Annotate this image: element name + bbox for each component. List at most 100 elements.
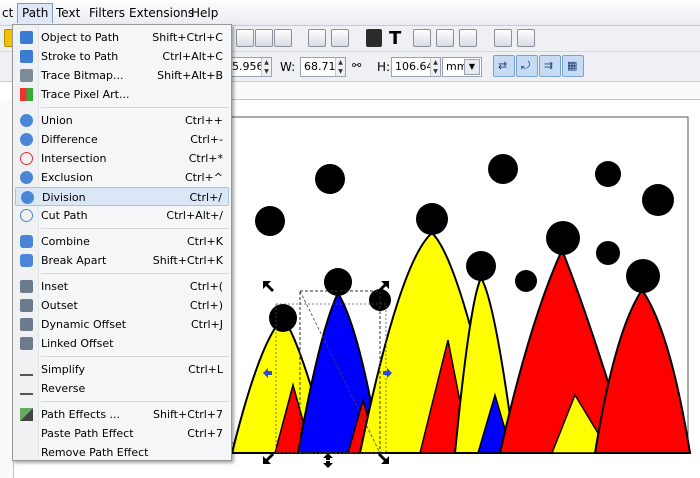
black-ball — [416, 203, 448, 235]
w-field[interactable]: 68.715 ▲ ▼ — [300, 57, 346, 77]
object-to-path-icon — [20, 31, 33, 44]
combine-icon — [20, 235, 33, 248]
reverse-icon — [20, 382, 33, 395]
black-ball — [488, 154, 518, 184]
h-field[interactable]: 106.647 ▲ ▼ — [391, 57, 441, 77]
transform-patterns-button[interactable]: ▦ — [562, 55, 584, 77]
x-field[interactable]: 5.956 ▲ ▼ — [228, 57, 272, 77]
preferences-icon[interactable] — [517, 29, 535, 47]
menu-separator — [41, 228, 229, 229]
menu-separator — [41, 107, 229, 108]
scale-corners-button[interactable]: ⤾ — [516, 55, 538, 77]
menu-item-paste-path-effect[interactable]: Paste Path Effect Ctrl+7 — [15, 424, 229, 443]
menu-separator — [41, 273, 229, 274]
resize-handle-icon — [263, 281, 274, 292]
black-ball — [626, 259, 660, 293]
black-ball — [515, 270, 537, 292]
black-ball — [315, 164, 345, 194]
inkscape-window: ct Path Text Filters Extensions Help T 5… — [0, 0, 700, 478]
division-icon — [21, 191, 34, 204]
w-label: W: — [280, 60, 296, 74]
inset-icon — [20, 280, 33, 293]
x-value: 5.956 — [232, 60, 264, 73]
exclusion-icon — [20, 171, 33, 184]
menu-text[interactable]: Text — [52, 3, 84, 23]
duplicate-icon[interactable] — [236, 29, 254, 47]
horizontal-ruler[interactable] — [232, 82, 700, 100]
menu-item-break-apart[interactable]: Break Apart Shift+Ctrl+K — [15, 251, 229, 270]
black-ball — [595, 161, 621, 187]
lock-icon[interactable]: ⚯ — [352, 58, 361, 74]
menu-item-combine[interactable]: Combine Ctrl+K — [15, 232, 229, 251]
menu-item-dynamic-offset[interactable]: Dynamic Offset Ctrl+J — [15, 315, 229, 334]
align-icon[interactable] — [459, 29, 477, 47]
menu-item-stroke-to-path[interactable]: Stroke to Path Ctrl+Alt+C — [15, 47, 229, 66]
menu-item-intersection[interactable]: Intersection Ctrl+* — [15, 149, 229, 168]
unit-select[interactable]: mm ▼ — [442, 57, 482, 77]
unlink-clone-icon[interactable] — [274, 29, 292, 47]
black-ball — [546, 221, 580, 255]
chevron-down-icon[interactable]: ▼ — [464, 59, 480, 75]
difference-icon — [20, 133, 33, 146]
xml-editor-icon[interactable] — [436, 29, 454, 47]
black-ball — [255, 206, 285, 236]
menu-item-reverse[interactable]: Reverse — [15, 379, 229, 398]
dynamic-offset-icon — [20, 318, 33, 331]
menu-item-union[interactable]: Union Ctrl++ — [15, 111, 229, 130]
drawing-canvas[interactable] — [179, 100, 700, 478]
menu-separator — [41, 401, 229, 402]
menu-item-simplify[interactable]: Simplify Ctrl+L — [15, 360, 229, 379]
intersection-icon — [20, 152, 33, 165]
ungroup-icon[interactable] — [331, 29, 349, 47]
stroke-to-path-icon — [20, 50, 33, 63]
resize-handle-icon — [323, 461, 333, 468]
menu-item-exclusion[interactable]: Exclusion Ctrl+^ — [15, 168, 229, 187]
menu-item-trace-bitmap[interactable]: Trace Bitmap... Shift+Alt+B — [15, 66, 229, 85]
trace-pixel-art-icon — [20, 88, 33, 101]
menu-item-cut-path[interactable]: Cut Path Ctrl+Alt+/ — [15, 206, 229, 225]
red-hill-far-right — [593, 288, 692, 454]
artwork — [179, 116, 692, 468]
resize-handle-icon — [323, 453, 333, 460]
x-spinner-icon[interactable]: ▲ ▼ — [261, 58, 271, 76]
menu-item-division[interactable]: Division Ctrl+/ — [15, 187, 229, 206]
transform-gradients-icon: ⇉ — [544, 59, 554, 72]
cut-path-icon — [20, 209, 33, 222]
w-spinner-icon[interactable]: ▲ ▼ — [335, 58, 345, 76]
black-ball — [596, 241, 620, 265]
fill-stroke-icon[interactable] — [366, 29, 382, 47]
menu-path[interactable]: Path — [17, 3, 54, 23]
h-spinner-icon[interactable]: ▲ ▼ — [430, 58, 440, 76]
scale-stroke-button[interactable]: ⇄ — [493, 55, 515, 77]
menu-help[interactable]: Help — [187, 3, 222, 23]
menu-item-outset[interactable]: Outset Ctrl+) — [15, 296, 229, 315]
resize-handle-icon — [378, 453, 389, 464]
menu-item-remove-path-effect[interactable]: Remove Path Effect — [15, 443, 229, 462]
h-label: H: — [377, 60, 391, 74]
text-tool-icon[interactable]: T — [389, 30, 401, 48]
trace-bitmap-icon — [20, 69, 33, 82]
scale-corners-icon: ⤾ — [521, 59, 531, 72]
transform-gradients-button[interactable]: ⇉ — [539, 55, 561, 77]
menu-filters[interactable]: Filters — [85, 3, 129, 23]
menu-object[interactable]: ct — [0, 3, 17, 23]
menu-item-object-to-path[interactable]: Object to Path Shift+Ctrl+C — [15, 28, 229, 47]
union-icon — [20, 114, 33, 127]
menu-separator — [41, 356, 229, 357]
menu-item-inset[interactable]: Inset Ctrl+( — [15, 277, 229, 296]
menu-item-path-effects[interactable]: Path Effects ... Shift+Ctrl+7 — [15, 405, 229, 424]
group-icon[interactable] — [308, 29, 326, 47]
outset-icon — [20, 299, 33, 312]
clone-icon[interactable] — [255, 29, 273, 47]
path-effects-icon — [20, 408, 33, 421]
menu-item-difference[interactable]: Difference Ctrl+- — [15, 130, 229, 149]
layers-icon[interactable] — [413, 29, 431, 47]
black-ball — [642, 184, 674, 216]
scale-stroke-icon: ⇄ — [498, 59, 508, 72]
document-properties-icon[interactable] — [494, 29, 512, 47]
transform-patterns-icon: ▦ — [567, 59, 578, 72]
menu-item-trace-pixel-art[interactable]: Trace Pixel Art... — [15, 85, 229, 104]
black-ball — [324, 268, 352, 296]
resize-handle-icon — [263, 453, 274, 464]
menu-item-linked-offset[interactable]: Linked Offset — [15, 334, 229, 353]
